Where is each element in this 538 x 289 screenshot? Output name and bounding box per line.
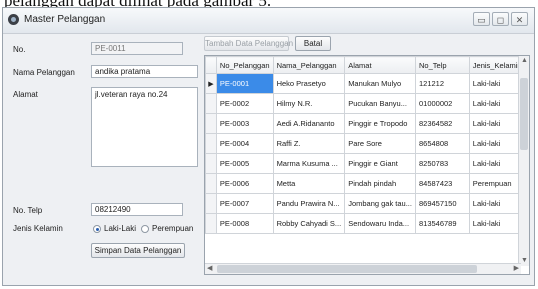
table-cell[interactable]: Pinggir e Tropodo [344, 113, 416, 134]
scroll-right-icon[interactable]: ▶ [514, 264, 519, 274]
row-selector[interactable] [205, 153, 217, 174]
table-row[interactable]: PE-0007 Pandu Prawira N... Jombang gak t… [205, 193, 529, 214]
maximize-button[interactable]: ◻ [492, 12, 509, 26]
row-selector[interactable] [205, 93, 217, 114]
table-cell[interactable]: PE-0006 [215, 173, 274, 194]
vertical-scroll-thumb[interactable] [520, 78, 528, 150]
horizontal-scroll-thumb[interactable] [217, 265, 477, 273]
nama-pelanggan-field[interactable]: andika pratama [91, 65, 198, 78]
scroll-down-icon[interactable]: ▼ [521, 256, 528, 266]
no-telp-field[interactable]: 08212490 [91, 203, 183, 216]
row-selector[interactable] [205, 193, 217, 214]
row-selector[interactable] [205, 113, 217, 134]
minimize-button[interactable]: ▭ [473, 12, 490, 26]
table-cell[interactable]: Sendowaru Inda... [344, 213, 416, 234]
table-cell[interactable]: Pindah pindah [344, 173, 416, 194]
table-row[interactable]: PE-0004 Raffi Z. Pare Sore 8654808 Laki-… [205, 133, 529, 154]
radio-perempuan-label: Perempuan [152, 224, 194, 233]
table-cell[interactable]: Pinggir e Giant [344, 153, 416, 174]
table-cell[interactable]: 01000002 [414, 93, 470, 114]
jenis-kelamin-label: Jenis Kelamin [13, 224, 63, 233]
column-header[interactable]: Nama_Pelanggan [272, 56, 346, 74]
table-cell[interactable]: Heko Prasetyo [272, 73, 346, 94]
table-cell[interactable]: 8250783 [414, 153, 470, 174]
table-row[interactable]: PE-0003 Aedi A.Ridananto Pinggir e Tropo… [205, 113, 529, 134]
column-header[interactable]: Alamat [344, 56, 416, 74]
table-cell[interactable]: Raffi Z. [272, 133, 346, 154]
vertical-scrollbar[interactable]: ▲ ▼ [518, 56, 529, 266]
master-pelanggan-window: Master Pelanggan ▭ ◻ ✕ No. PE-0011 Nama … [2, 7, 535, 286]
no-label: No. [13, 45, 26, 54]
radio-perempuan[interactable] [141, 225, 149, 233]
row-header-corner [205, 56, 217, 74]
table-row[interactable]: PE-0002 Hilmy N.R. Pucukan Banyu... 0100… [205, 93, 529, 114]
table-cell[interactable]: Robby Cahyadi S... [272, 213, 346, 234]
table-row[interactable]: PE-0006 Metta Pindah pindah 84587423 Per… [205, 173, 529, 194]
table-cell[interactable]: PE-0007 [215, 193, 274, 214]
table-cell[interactable]: PE-0008 [215, 213, 274, 234]
simpan-data-pelanggan-button[interactable]: Simpan Data Pelanggan [91, 243, 185, 258]
table-cell[interactable]: 869457150 [414, 193, 470, 214]
alamat-label: Alamat [13, 90, 38, 99]
table-cell[interactable]: Aedi A.Ridananto [272, 113, 346, 134]
batal-button[interactable]: Batal [295, 36, 331, 51]
grid-header-row: No_Pelanggan Nama_Pelanggan Alamat No_Te… [205, 56, 529, 74]
table-cell[interactable]: 121212 [414, 73, 470, 94]
row-selector[interactable] [205, 213, 217, 234]
scroll-up-icon[interactable]: ▲ [521, 56, 528, 66]
table-row[interactable]: PE-0008 Robby Cahyadi S... Sendowaru Ind… [205, 213, 529, 234]
table-cell[interactable]: PE-0002 [215, 93, 274, 114]
table-cell[interactable]: PE-0003 [215, 113, 274, 134]
no-telp-label: No. Telp [13, 206, 43, 215]
horizontal-scrollbar[interactable]: ◀ ▶ [205, 263, 521, 274]
radio-laki-laki-label: Laki-Laki [104, 224, 137, 233]
app-icon [8, 14, 19, 25]
alamat-textarea[interactable]: jl.veteran raya no.24 [91, 87, 198, 167]
title-bar[interactable]: Master Pelanggan ▭ ◻ ✕ [3, 8, 534, 34]
row-selector[interactable] [205, 133, 217, 154]
table-row[interactable]: PE-0005 Marma Kusuma ... Pinggir e Giant… [205, 153, 529, 174]
table-cell[interactable]: Pare Sore [344, 133, 416, 154]
table-cell[interactable]: Manukan Mulyo [344, 73, 416, 94]
close-button[interactable]: ✕ [511, 12, 528, 26]
window-title: Master Pelanggan [24, 14, 106, 25]
table-cell[interactable]: PE-0001 [215, 73, 274, 94]
no-pelanggan-field[interactable]: PE-0011 [91, 42, 183, 55]
column-header[interactable]: No_Pelanggan [215, 56, 274, 74]
radio-laki-laki[interactable] [93, 225, 101, 233]
table-cell[interactable]: 84587423 [414, 173, 470, 194]
nama-pelanggan-label: Nama Pelanggan [13, 68, 75, 77]
row-selector-icon[interactable]: ▶ [205, 73, 217, 94]
table-cell[interactable]: PE-0004 [215, 133, 274, 154]
scroll-left-icon[interactable]: ◀ [207, 264, 212, 274]
table-cell[interactable]: Metta [272, 173, 346, 194]
tambah-data-pelanggan-button[interactable]: Tambah Data Pelanggan [204, 36, 293, 51]
pelanggan-data-grid[interactable]: No_Pelanggan Nama_Pelanggan Alamat No_Te… [204, 55, 530, 275]
table-cell[interactable]: PE-0005 [215, 153, 274, 174]
table-cell[interactable]: 82364582 [414, 113, 470, 134]
table-cell[interactable]: 8654808 [414, 133, 470, 154]
table-cell[interactable]: Pucukan Banyu... [344, 93, 416, 114]
row-selector[interactable] [205, 173, 217, 194]
column-header[interactable]: No_Telp [414, 56, 470, 74]
table-cell[interactable]: Hilmy N.R. [272, 93, 346, 114]
table-row[interactable]: ▶ PE-0001 Heko Prasetyo Manukan Mulyo 12… [205, 73, 529, 94]
table-cell[interactable]: 813546789 [414, 213, 470, 234]
table-cell[interactable]: Pandu Prawira N... [272, 193, 346, 214]
table-cell[interactable]: Marma Kusuma ... [272, 153, 346, 174]
table-cell[interactable]: Jombang gak tau... [344, 193, 416, 214]
